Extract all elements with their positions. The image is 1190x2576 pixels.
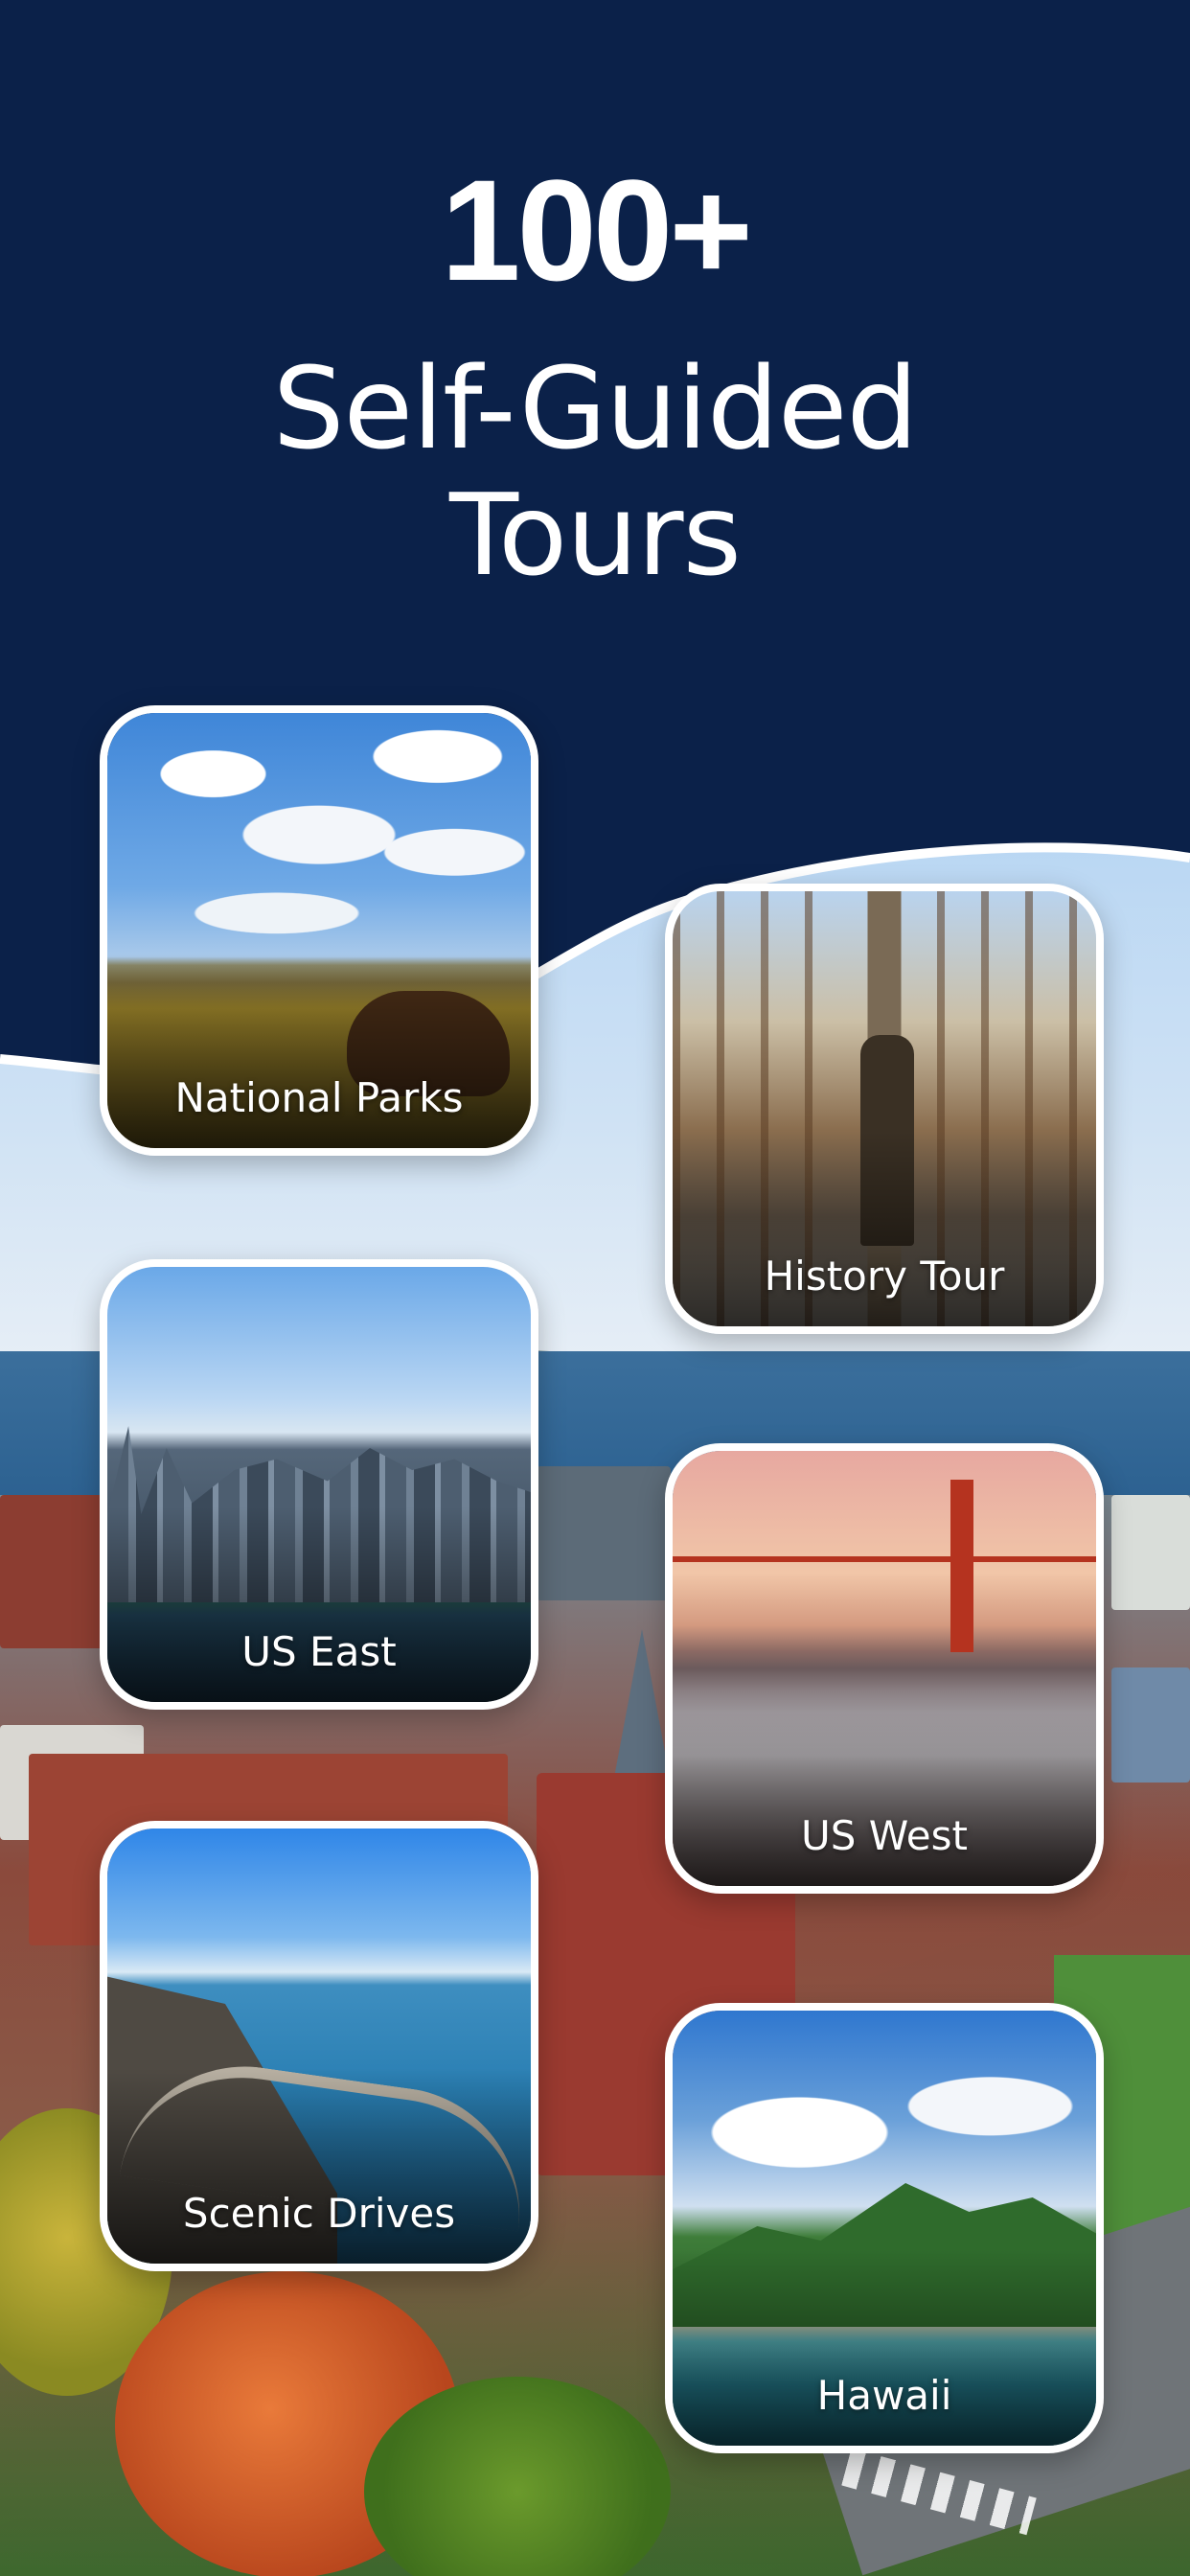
bridge-deck (673, 1556, 1096, 1648)
tour-card-us-east[interactable]: US East (100, 1259, 538, 1710)
tour-card-history-tour[interactable]: History Tour (665, 884, 1104, 1334)
headline: 100+ Self-Guided Tours (0, 153, 1190, 598)
card-label: US West (800, 1812, 968, 1859)
card-label: Hawaii (816, 2372, 952, 2419)
card-label: US East (241, 1628, 397, 1675)
background-building (1111, 1668, 1190, 1782)
card-label: Scenic Drives (182, 2190, 456, 2237)
headline-subtitle: Self-Guided Tours (0, 345, 1190, 598)
card-label: History Tour (764, 1253, 1005, 1300)
tour-count: 100+ (441, 150, 753, 310)
tour-card-hawaii[interactable]: Hawaii (665, 2003, 1104, 2453)
background-building (0, 1495, 105, 1648)
headline-subtitle-line2: Tours (448, 469, 742, 601)
tour-card-scenic-drives[interactable]: Scenic Drives (100, 1821, 538, 2271)
background-building (1111, 1495, 1190, 1610)
background-church-steeple (613, 1629, 671, 1782)
background-building (537, 1466, 671, 1600)
bridge-tower (950, 1480, 973, 1652)
headline-subtitle-line1: Self-Guided (272, 342, 919, 474)
tour-card-us-west[interactable]: US West (665, 1443, 1104, 1894)
card-label: National Parks (174, 1074, 464, 1121)
tour-card-national-parks[interactable]: National Parks (100, 705, 538, 1156)
